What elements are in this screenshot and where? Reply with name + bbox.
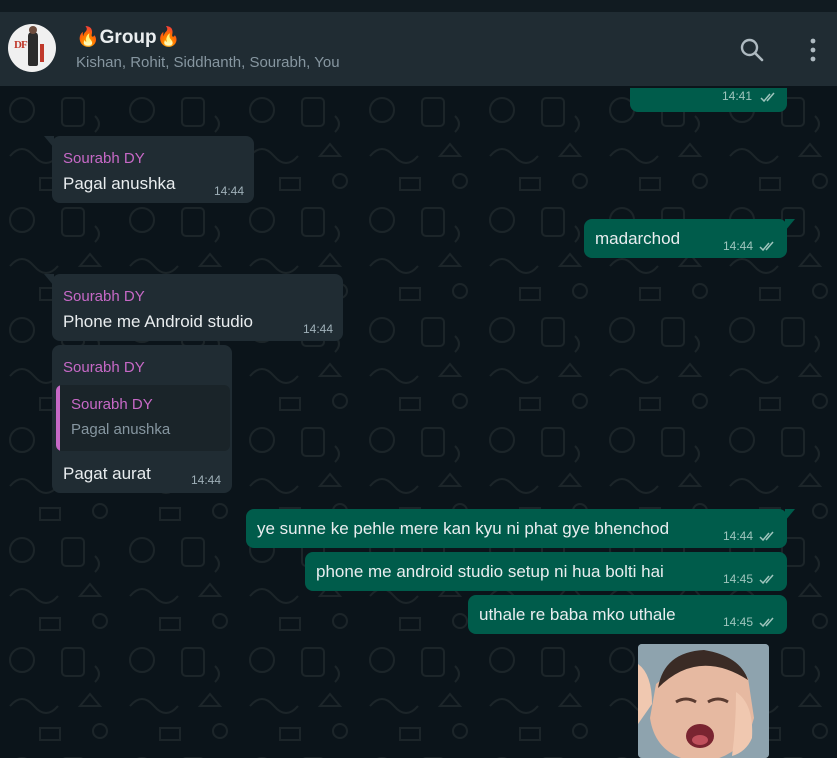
- message-bubble-outgoing[interactable]: uthale re baba mko uthale 14:45: [468, 595, 787, 634]
- bubble-tail: [785, 219, 795, 231]
- quoted-text: Pagal anushka: [71, 421, 171, 438]
- quoted-sender: Sourabh DY: [71, 396, 153, 413]
- read-receipt-icon: [759, 531, 774, 542]
- avatar-banner: [40, 44, 44, 62]
- avatar-logo-text: DF: [14, 39, 28, 51]
- message-time: 14:41: [722, 89, 753, 103]
- message-bubble-incoming[interactable]: Sourabh DY Phone me Android studio 14:44: [44, 274, 343, 341]
- message-time: 14:44: [191, 473, 222, 487]
- quoted-message[interactable]: Sourabh DY Pagal anushka: [56, 385, 230, 451]
- message-text: Pagat aurat: [63, 464, 151, 483]
- group-title[interactable]: 🔥Group🔥: [76, 25, 180, 49]
- crying-baby-image: [638, 644, 769, 758]
- message-text: ye sunne ke pehle mere kan kyu ni phat g…: [257, 519, 670, 538]
- chat-header[interactable]: DF 🔥Group🔥 Kishan, Rohit, Siddhanth, Sou…: [0, 12, 837, 86]
- bubble-tail: [44, 136, 54, 148]
- message-time: 14:45: [723, 615, 754, 629]
- crying-baby-sticker[interactable]: [638, 644, 769, 758]
- message-bubble-outgoing[interactable]: 14:41: [630, 86, 787, 112]
- message-time: 14:44: [214, 184, 245, 198]
- read-receipt-icon: [759, 574, 774, 585]
- message-text: phone me android studio setup ni hua bol…: [316, 562, 664, 581]
- message-bubble-incoming[interactable]: Sourabh DY Pagal anushka 14:44: [44, 136, 254, 203]
- message-bubble-outgoing[interactable]: madarchod 14:44: [584, 219, 795, 258]
- message-bubble-outgoing[interactable]: phone me android studio setup ni hua bol…: [305, 552, 787, 591]
- avatar-person-figure: [28, 26, 38, 66]
- sender-name[interactable]: Sourabh DY: [63, 150, 145, 167]
- chat-area[interactable]: 14:41 Sourabh DY Pagal anushka 14:44 mad…: [0, 86, 837, 758]
- message-text: Phone me Android studio: [63, 312, 253, 331]
- more-vertical-icon[interactable]: [799, 36, 827, 64]
- message-text: Pagal anushka: [63, 174, 176, 193]
- message-time: 14:45: [723, 572, 754, 586]
- quote-accent-bar: [56, 385, 60, 451]
- sender-name[interactable]: Sourabh DY: [63, 288, 145, 305]
- search-icon[interactable]: [738, 36, 766, 64]
- read-receipt-icon: [760, 92, 775, 103]
- message-bubble-outgoing[interactable]: ye sunne ke pehle mere kan kyu ni phat g…: [246, 509, 795, 548]
- group-participants[interactable]: Kishan, Rohit, Siddhanth, Sourabh, You: [76, 54, 340, 71]
- group-avatar[interactable]: DF: [8, 24, 56, 72]
- bubble-tail: [44, 274, 54, 286]
- read-receipt-icon: [759, 241, 774, 252]
- message-text: madarchod: [595, 229, 681, 248]
- bubble-tail: [785, 509, 795, 521]
- message-time: 14:44: [723, 239, 754, 253]
- read-receipt-icon: [759, 617, 774, 628]
- message-time: 14:44: [303, 322, 334, 336]
- message-text: uthale re baba mko uthale: [479, 605, 676, 624]
- message-bubble-incoming-reply[interactable]: Sourabh DY Sourabh DY Pagal anushka Paga…: [52, 345, 232, 493]
- message-time: 14:44: [723, 529, 754, 543]
- sender-name[interactable]: Sourabh DY: [63, 359, 145, 376]
